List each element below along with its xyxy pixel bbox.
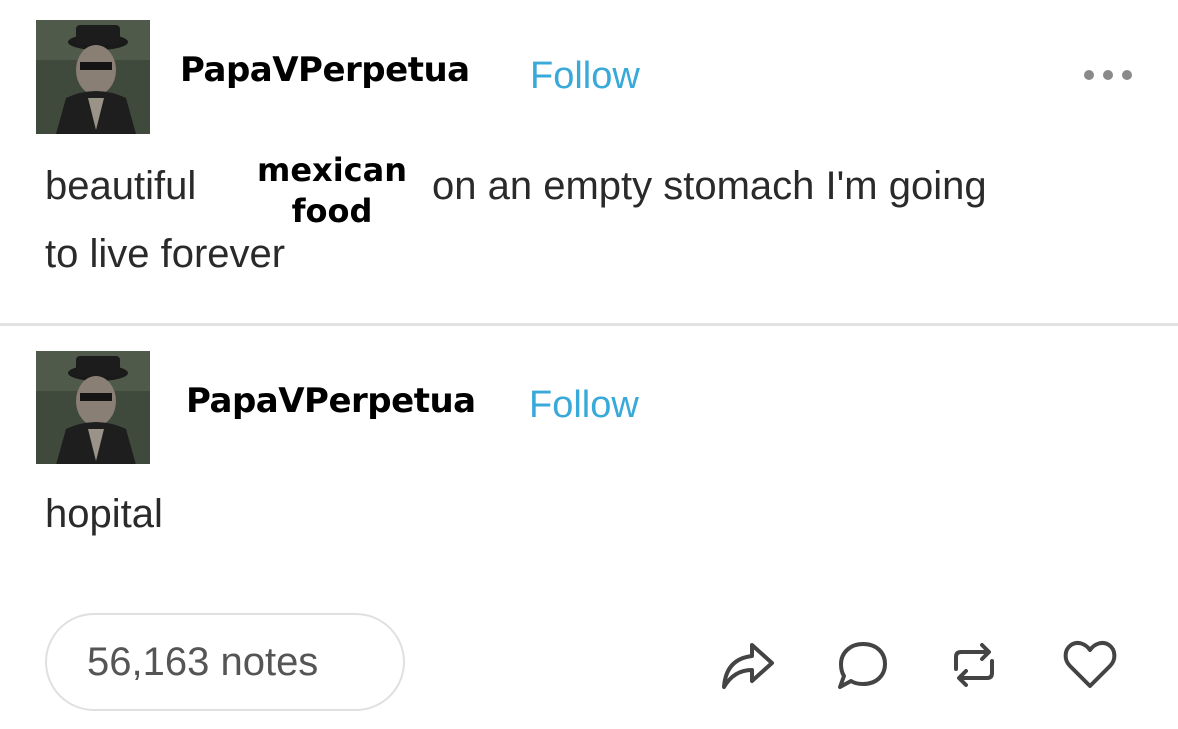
avatar[interactable] bbox=[36, 20, 150, 134]
avatar[interactable] bbox=[36, 351, 150, 464]
overlay-label: mexican food bbox=[247, 150, 417, 232]
username[interactable]: PapaVPerpetua bbox=[180, 50, 470, 90]
overlay-line1: mexican bbox=[257, 151, 407, 189]
post-text-line2: to live forever bbox=[45, 232, 286, 276]
notes-count: 56,163 notes bbox=[87, 639, 319, 684]
follow-button[interactable]: Follow bbox=[530, 55, 640, 98]
post-text-part1: beautiful bbox=[45, 164, 197, 208]
share-icon[interactable] bbox=[718, 635, 778, 695]
post-text-part2: on an empty stomach I'm going bbox=[432, 164, 987, 208]
overlay-line2: food bbox=[291, 192, 373, 230]
more-options-icon[interactable] bbox=[1084, 60, 1144, 90]
reply-icon[interactable] bbox=[832, 635, 892, 695]
notes-button[interactable]: 56,163 notes bbox=[45, 613, 405, 711]
username[interactable]: PapaVPerpetua bbox=[186, 381, 476, 421]
follow-button[interactable]: Follow bbox=[529, 384, 639, 427]
reblog-icon[interactable] bbox=[944, 635, 1004, 695]
divider bbox=[0, 323, 1178, 326]
like-icon[interactable] bbox=[1060, 635, 1120, 695]
post-text: hopital bbox=[45, 492, 163, 536]
